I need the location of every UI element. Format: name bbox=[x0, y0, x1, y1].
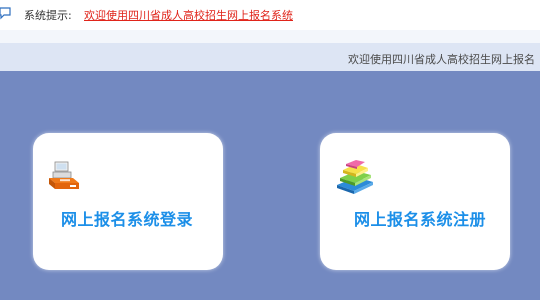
speech-bubble-icon bbox=[0, 7, 11, 20]
system-notice-bar: 系统提示: 欢迎使用四川省成人高校招生网上报名系统 bbox=[0, 0, 540, 30]
welcome-marquee-bar: 欢迎使用四川省成人高校招生网上报名 bbox=[0, 43, 540, 71]
register-card[interactable]: 网上报名系统注册 bbox=[320, 133, 510, 270]
login-card-label: 网上报名系统登录 bbox=[61, 210, 194, 229]
login-card[interactable]: 网上报名系统登录 bbox=[33, 133, 223, 270]
register-card-label: 网上报名系统注册 bbox=[354, 210, 487, 229]
computer-icon bbox=[49, 161, 79, 189]
header-divider bbox=[0, 30, 540, 43]
notice-link[interactable]: 欢迎使用四川省成人高校招生网上报名系统 bbox=[84, 7, 293, 23]
notice-label: 系统提示: bbox=[24, 9, 72, 22]
welcome-marquee-text: 欢迎使用四川省成人高校招生网上报名 bbox=[348, 53, 535, 66]
books-icon bbox=[337, 160, 373, 194]
